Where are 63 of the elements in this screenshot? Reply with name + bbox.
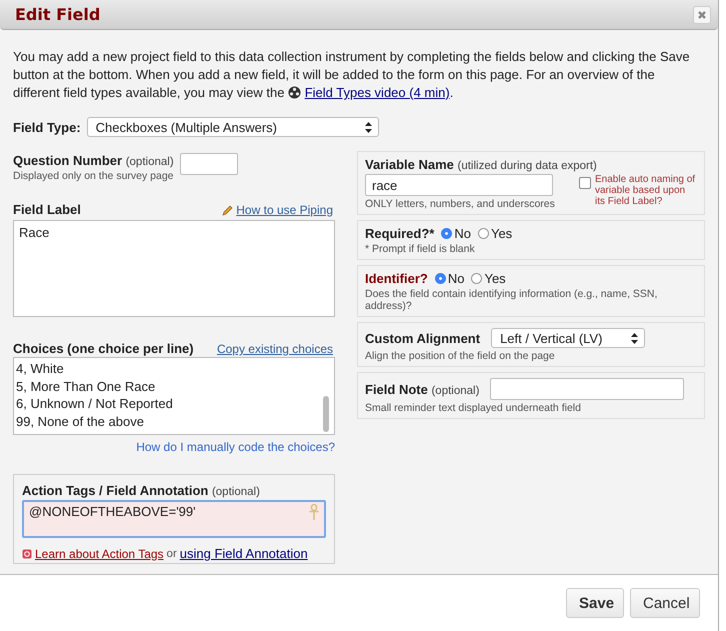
field-type-select[interactable]: Checkboxes (Multiple Answers) [86,117,379,137]
action-tags-value: @NONEOFTHEABOVE='99' [29,504,196,519]
close-button[interactable] [693,6,711,24]
scrollbar-thumb[interactable] [323,396,329,432]
field-types-video-link[interactable]: Field Types video (4 min) [304,85,450,100]
question-number-label: Question Number [13,153,122,168]
question-number-hint: Displayed only on the survey page [13,170,174,182]
alignment-label: Custom Alignment [365,330,480,346]
close-icon [697,10,707,20]
copy-choices-link[interactable]: Copy existing choices [216,342,333,356]
question-number-input[interactable] [180,153,238,175]
radio-button[interactable] [471,273,482,284]
action-tags-input[interactable]: @NONEOFTHEABOVE='99' [22,500,326,538]
identifier-hint: Does the field contain identifying information (e.g., name, SSN, address)? [365,288,658,312]
up-down-arrows-icon [631,332,638,344]
required-hint: * Prompt if field is blank [365,243,476,255]
field-type-label: Field Type: [13,120,81,134]
variable-name-note: (utilized during data export) [458,160,597,172]
choice-line: 4, White [16,360,65,378]
field-annotation-link[interactable]: using Field Annotation [180,546,308,561]
radio-label: No [454,226,471,241]
variable-name-input[interactable]: race [365,174,553,196]
action-tags-label: Action Tags / Field Annotation [22,483,208,498]
radio-label: No [448,271,464,286]
variable-name-hint: ONLY letters, numbers, and underscores [365,198,555,210]
radio-button[interactable] [434,273,446,284]
variable-name-label: Variable Name [365,157,454,172]
field-note-input[interactable] [490,378,684,400]
manual-code-help-link[interactable]: How do I manually code the choices? [136,440,335,454]
optional-note: (optional) [431,384,480,396]
choices-label: Choices (one choice per line) [13,341,194,356]
tag-icon [22,548,32,558]
action-tags-link[interactable]: Learn about Action Tags [35,546,164,560]
up-down-arrows-icon [364,122,372,132]
radio-label: Yes [490,226,512,241]
auto-naming-checkbox[interactable] [579,177,591,189]
optional-note: (optional) [126,156,174,168]
piping-help-link[interactable]: How to use Piping [236,203,333,217]
radio-button[interactable] [478,228,489,239]
radio-label: Yes [484,271,506,286]
radio-button[interactable] [441,228,452,239]
field-label-input[interactable]: Race [13,220,335,317]
alignment-hint: Align the position of the field on the page [365,350,556,362]
required-label: Required?* [365,226,434,241]
field-note-label: Field Note [365,382,428,396]
field-note-hint: Small reminder text displayed underneath field [365,402,582,414]
identifier-label: Identifier? [365,271,428,286]
intro-text: You may add a new project field to this data collection instrument by completing the fields below and clicking the Save button at the bottom. When you add a new field, it will be added to the form on this page. For an overview of the different field types available, you may view the Field Types video (4 min). [13,48,691,102]
save-button[interactable]: Save [566,588,624,618]
choice-line: 6, Unknown / Not Reported [16,395,174,412]
choices-input[interactable]: 4, White 5, More Than One Race 6, Unknown / Not Reported 99, None of the above [13,357,335,435]
ankh-icon [309,504,319,520]
window-title: Edit Field [15,5,100,24]
or-text: or [166,548,177,560]
pencil-icon [222,204,234,216]
optional-note: (optional) [212,486,260,498]
alignment-select[interactable]: Left / Vertical (LV) [491,328,646,348]
film-reel-icon [288,86,302,99]
choice-line: 5, More Than One Race [16,378,156,395]
choice-line: 99, None of the above [16,412,145,430]
auto-naming-label: Enable auto naming of variable based upon its Field Label? [595,174,696,209]
field-label-label: Field Label [13,202,81,217]
cancel-button[interactable]: Cancel [630,588,700,618]
